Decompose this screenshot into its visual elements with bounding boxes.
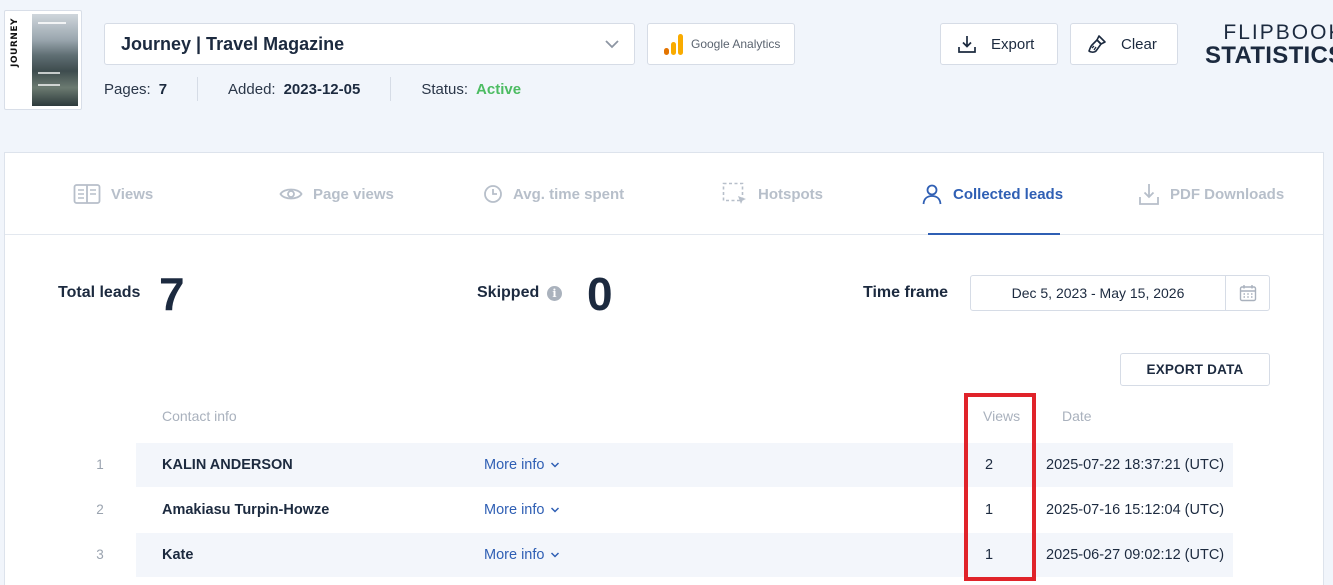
eye-icon: [279, 188, 303, 200]
statistics-panel: Views Page views Avg. time spent Hotspot…: [4, 152, 1324, 585]
google-analytics-icon: [664, 33, 683, 55]
views-column-highlight: [964, 393, 1036, 581]
thumbnail-title: JOURNEY: [10, 18, 20, 67]
contact-name: Kate: [162, 547, 194, 563]
download-icon: [1139, 184, 1159, 205]
brand-line-1: FLIPBOOK: [1223, 21, 1333, 44]
table-row: 2 Amakiasu Turpin-Howze More info 1 2025…: [96, 488, 1233, 532]
clear-button[interactable]: Clear: [1070, 23, 1178, 65]
pages-info: Pages: 7: [104, 81, 167, 98]
download-icon: [958, 36, 976, 53]
google-analytics-label: Google Analytics: [691, 37, 781, 51]
more-info-toggle[interactable]: More info: [484, 457, 560, 473]
active-tab-indicator: [928, 233, 1060, 235]
tab-label: Page views: [313, 185, 394, 203]
row-index: 1: [96, 457, 104, 472]
tab-collected-leads[interactable]: Collected leads: [921, 153, 1063, 235]
pages-label: Pages:: [104, 80, 151, 98]
tab-label: Hotspots: [758, 185, 823, 203]
added-info: Added: 2023-12-05: [228, 81, 360, 98]
clear-label: Clear: [1121, 35, 1157, 53]
tab-views[interactable]: Views: [73, 153, 153, 235]
hotspot-icon: [722, 182, 746, 204]
chevron-down-icon: [551, 507, 560, 513]
contact-name: KALIN ANDERSON: [162, 457, 293, 473]
time-frame-picker[interactable]: Dec 5, 2023 - May 15, 2026: [970, 275, 1270, 311]
tab-label: Avg. time spent: [513, 185, 625, 203]
column-header-date[interactable]: Date: [1062, 408, 1092, 424]
stats-tabs: Views Page views Avg. time spent Hotspot…: [5, 153, 1323, 235]
table-row: 3 Kate More info 1 2025-06-27 09:02:12 (…: [96, 533, 1233, 577]
tab-label: Collected leads: [953, 185, 1064, 203]
publication-select[interactable]: Journey | Travel Magazine: [104, 23, 635, 65]
thumbnail-cover-image: [32, 14, 78, 106]
thumbnail-spine: JOURNEY: [8, 14, 30, 106]
tab-pdf-downloads[interactable]: PDF Downloads: [1138, 153, 1284, 235]
total-leads-value: 7: [159, 268, 185, 320]
skipped-label: Skipped: [477, 284, 540, 301]
contact-name: Amakiasu Turpin-Howze: [162, 502, 330, 518]
time-frame-label: Time frame: [863, 284, 949, 301]
divider: [197, 77, 199, 101]
status-label: Status:: [421, 80, 469, 98]
chevron-down-icon: [551, 552, 560, 558]
more-info-label: More info: [484, 457, 545, 473]
google-analytics-button[interactable]: Google Analytics: [647, 23, 795, 65]
publication-title: Journey | Travel Magazine: [121, 33, 345, 54]
calendar-icon: [1239, 285, 1256, 302]
calendar-button[interactable]: [1225, 276, 1269, 310]
views-icon: [73, 184, 101, 204]
added-value: 2023-12-05: [283, 80, 361, 98]
total-leads-label: Total leads: [58, 284, 141, 301]
brand-line-2: STATISTICS: [1205, 42, 1333, 69]
export-label: Export: [991, 35, 1035, 53]
row-index: 2: [96, 502, 104, 517]
chevron-down-icon: [605, 40, 619, 49]
tab-label: PDF Downloads: [1170, 185, 1285, 203]
lead-date: 2025-07-16 15:12:04 (UTC): [1046, 502, 1225, 518]
user-icon: [922, 184, 942, 205]
tab-hotspots[interactable]: Hotspots: [722, 153, 823, 235]
tab-label: Views: [111, 185, 154, 203]
flipbook-statistics-logo: FLIPBOOK STATISTICS: [1205, 22, 1333, 68]
brush-icon: [1088, 35, 1106, 53]
lead-date: 2025-07-22 18:37:21 (UTC): [1046, 457, 1225, 473]
column-header-contact-info[interactable]: Contact info: [162, 408, 237, 424]
chevron-down-icon: [551, 462, 560, 468]
status-badge: Active: [476, 80, 522, 98]
row-index: 3: [96, 547, 104, 562]
info-icon[interactable]: i: [547, 286, 562, 301]
divider: [390, 77, 392, 101]
time-frame-value: Dec 5, 2023 - May 15, 2026: [1011, 285, 1185, 301]
tab-avg-time-spent[interactable]: Avg. time spent: [483, 153, 624, 235]
export-data-button[interactable]: EXPORT DATA: [1120, 353, 1270, 386]
lead-date: 2025-06-27 09:02:12 (UTC): [1046, 547, 1225, 563]
publication-meta: Pages: 7 Added: 2023-12-05 Status: Activ…: [104, 77, 521, 101]
more-info-toggle[interactable]: More info: [484, 502, 560, 518]
export-button[interactable]: Export: [940, 23, 1058, 65]
status-info: Status: Active: [421, 81, 521, 98]
skipped-value: 0: [587, 268, 613, 320]
tab-page-views[interactable]: Page views: [279, 153, 394, 235]
table-row: 1 KALIN ANDERSON More info 2 2025-07-22 …: [96, 443, 1233, 487]
clock-icon: [484, 185, 502, 203]
more-info-toggle[interactable]: More info: [484, 547, 560, 563]
more-info-label: More info: [484, 502, 545, 518]
pages-value: 7: [158, 80, 168, 98]
added-label: Added:: [228, 80, 276, 98]
publication-thumbnail[interactable]: JOURNEY: [4, 10, 82, 110]
more-info-label: More info: [484, 547, 545, 563]
